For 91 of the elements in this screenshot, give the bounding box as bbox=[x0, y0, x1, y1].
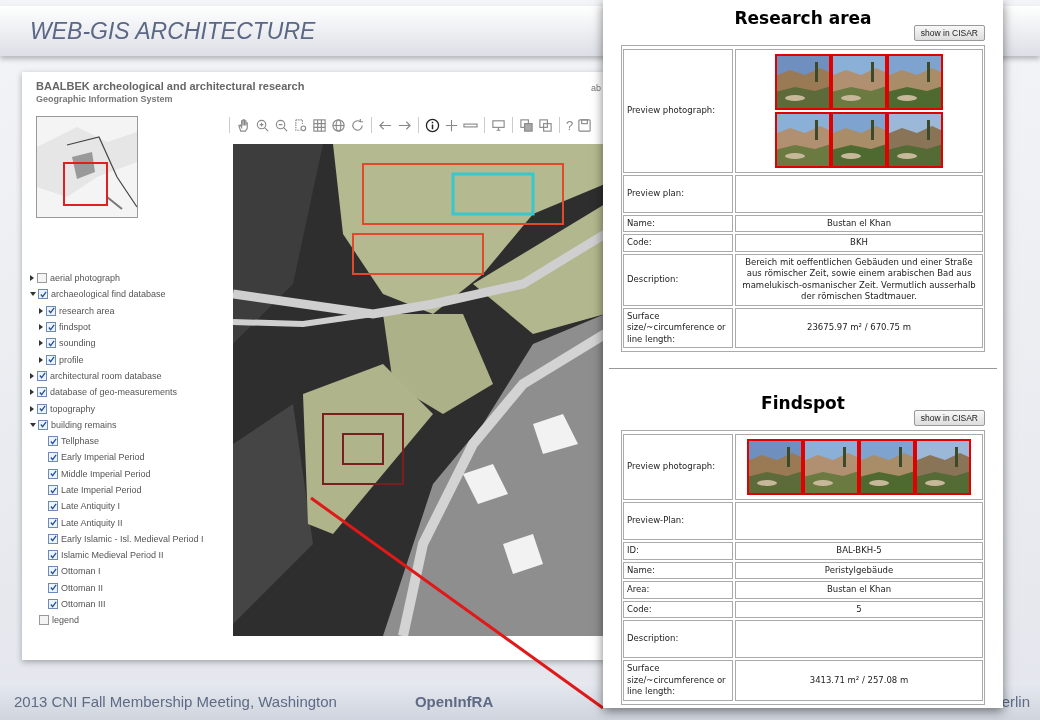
layer-label[interactable]: Late Imperial Period bbox=[61, 485, 142, 495]
field-label: Code: bbox=[623, 600, 733, 619]
field-label: Surface size/~circumference or line length: bbox=[623, 660, 733, 701]
field-value: 23675.97 m² / 670.75 m bbox=[735, 307, 983, 349]
field-value: 3413.71 m² / 257.08 m bbox=[735, 660, 983, 701]
layer-checkbox[interactable] bbox=[48, 550, 58, 561]
grid-icon[interactable] bbox=[312, 117, 327, 133]
layer-checkbox[interactable] bbox=[48, 452, 58, 463]
layer-checkbox[interactable] bbox=[46, 305, 56, 316]
layer-label[interactable]: aerial photograph bbox=[50, 273, 121, 284]
refresh-icon[interactable] bbox=[350, 117, 365, 133]
layer-checkbox[interactable] bbox=[48, 582, 58, 593]
layer-label[interactable]: topography bbox=[50, 403, 96, 414]
field-label: ID: bbox=[623, 542, 733, 560]
layer-label[interactable]: Early Islamic - Isl. Medieval Period I bbox=[61, 533, 204, 544]
field-label: Code: bbox=[623, 234, 733, 252]
save-icon[interactable] bbox=[577, 117, 593, 133]
field-value: 5 bbox=[735, 600, 983, 619]
layer-checkbox[interactable] bbox=[48, 533, 58, 544]
layer-label[interactable]: Late Antiquity I bbox=[61, 501, 121, 512]
section-title: Findspot bbox=[760, 393, 846, 414]
layer-checkbox[interactable] bbox=[46, 322, 56, 333]
zoom-in-icon[interactable] bbox=[255, 117, 270, 133]
section-title: Research area bbox=[733, 8, 873, 28]
field-value: BKH bbox=[735, 234, 983, 252]
app-subtitle: Geographic Information System bbox=[36, 94, 174, 104]
help-button[interactable]: ? bbox=[566, 117, 574, 133]
hand-icon[interactable] bbox=[236, 117, 251, 133]
field-value: Bustan el Khan bbox=[735, 215, 983, 233]
field-label: Preview photograph: bbox=[623, 49, 733, 173]
field-label: Name: bbox=[623, 561, 733, 580]
layer-checkbox[interactable] bbox=[46, 338, 56, 349]
layer-label[interactable]: Ottoman II bbox=[61, 582, 104, 593]
layer-label[interactable]: research area bbox=[59, 305, 115, 316]
show-in-cisar-button[interactable]: show in CISAR bbox=[913, 25, 985, 41]
monitor-icon[interactable] bbox=[491, 117, 506, 133]
layer-checkbox[interactable] bbox=[39, 615, 49, 626]
layer-checkbox[interactable] bbox=[48, 436, 58, 447]
layer-checkbox[interactable] bbox=[37, 273, 47, 284]
layer-label[interactable]: Middle Imperial Period bbox=[61, 468, 151, 479]
layer-label[interactable]: architectural room database bbox=[50, 370, 162, 381]
field-label: Preview-Plan: bbox=[623, 502, 733, 541]
layer-label[interactable]: Late Antiquity II bbox=[61, 517, 123, 528]
layer-label[interactable]: Ottoman I bbox=[61, 566, 101, 577]
layer-label[interactable]: legend bbox=[52, 615, 80, 626]
layer-label[interactable]: Ottoman III bbox=[61, 599, 106, 610]
slide-title: WEB-GIS ARCHITECTURE bbox=[30, 17, 316, 45]
field-value: BAL-BKH-5 bbox=[735, 542, 983, 560]
layer-label[interactable]: Tellphase bbox=[61, 436, 100, 447]
layer-checkbox[interactable] bbox=[37, 370, 47, 381]
header-link[interactable]: ab bbox=[591, 83, 601, 93]
layer-label[interactable]: archaeological find database bbox=[51, 289, 166, 300]
project-name: OpenInfRA bbox=[414, 692, 494, 710]
layer-checkbox[interactable] bbox=[37, 387, 47, 398]
layer-checkbox[interactable] bbox=[48, 485, 58, 495]
layer-label[interactable]: findspot bbox=[59, 322, 91, 333]
zoom-box-icon[interactable] bbox=[293, 117, 308, 133]
layer-label[interactable]: building remains bbox=[51, 419, 117, 430]
field-label: Description: bbox=[623, 620, 733, 659]
info-icon[interactable] bbox=[425, 117, 440, 133]
layer-label[interactable]: profile bbox=[59, 354, 84, 365]
layer-checkbox[interactable] bbox=[48, 501, 58, 512]
field-label: Surface size/~circumference or line length: bbox=[623, 307, 733, 349]
show-in-cisar-button[interactable]: show in CISAR bbox=[913, 410, 985, 427]
field-label: Name: bbox=[623, 215, 733, 233]
layer-label[interactable]: sounding bbox=[59, 338, 96, 349]
layer-label[interactable]: database of geo-measurements bbox=[50, 387, 178, 398]
layer-checkbox[interactable] bbox=[48, 468, 58, 479]
layer-checkbox[interactable] bbox=[48, 566, 58, 577]
layer-checkbox[interactable] bbox=[38, 289, 48, 300]
layers-a-icon[interactable] bbox=[519, 117, 534, 133]
zoom-out-icon[interactable] bbox=[274, 117, 289, 133]
layer-checkbox[interactable] bbox=[46, 354, 56, 365]
field-label: Area: bbox=[623, 581, 733, 599]
field-label: Description: bbox=[623, 253, 733, 306]
field-value: Bustan el Khan bbox=[735, 581, 983, 599]
layer-checkbox[interactable] bbox=[48, 517, 58, 528]
layer-checkbox[interactable] bbox=[37, 403, 47, 414]
field-label: Preview photograph: bbox=[623, 434, 733, 501]
field-value: Peristylgebäude bbox=[735, 561, 983, 580]
event-name: 2013 CNI Fall Membership Meeting, Washington bbox=[14, 692, 337, 710]
field-value: Bereich mit oeffentlichen Gebäuden und einer Straße aus römischer Zeit, sowie einem arabischen Bad aus mamelukisch-osmanischer Zeit. Vermutlich ausserhalb der römischen Stadtmauer. bbox=[735, 253, 983, 306]
field-label: Preview plan: bbox=[623, 175, 733, 213]
layer-checkbox[interactable] bbox=[38, 419, 48, 430]
layers-b-icon[interactable] bbox=[538, 117, 553, 133]
app-title: BAALBEK archeological and architectural research bbox=[36, 80, 305, 92]
layer-label[interactable]: Early Imperial Period bbox=[61, 452, 145, 463]
layer-label[interactable]: Islamic Medieval Period II bbox=[61, 550, 164, 561]
footer-text: erlin bbox=[1001, 692, 1030, 710]
globe-icon[interactable] bbox=[331, 117, 346, 133]
layer-checkbox[interactable] bbox=[48, 599, 58, 610]
